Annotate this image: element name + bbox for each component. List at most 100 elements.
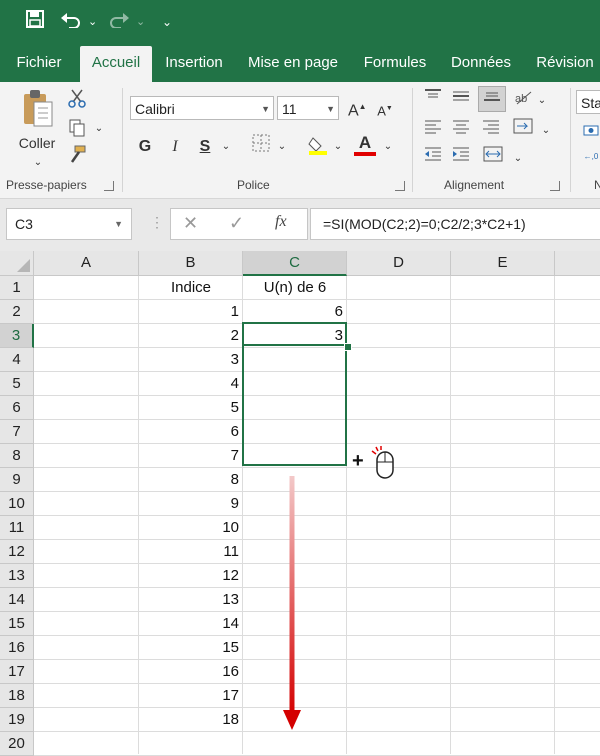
- wrap-text-icon[interactable]: [512, 118, 534, 141]
- number-format-select[interactable]: Sta: [576, 90, 600, 114]
- save-icon[interactable]: [26, 10, 44, 34]
- fill-color-dropdown-icon[interactable]: ⌄: [332, 136, 344, 158]
- undo-icon[interactable]: [60, 10, 82, 34]
- borders-icon[interactable]: [250, 134, 272, 159]
- align-left-icon[interactable]: [422, 118, 444, 141]
- tab-insertion[interactable]: Insertion: [160, 46, 228, 82]
- column-header-b[interactable]: B: [139, 251, 243, 276]
- redo-dropdown-icon[interactable]: ⌄: [136, 10, 145, 34]
- row-header-17[interactable]: 17: [0, 660, 34, 684]
- resize-grip-icon[interactable]: ⋮: [150, 214, 164, 231]
- insert-function-button[interactable]: fx: [275, 213, 287, 231]
- fill-color-icon[interactable]: [306, 134, 330, 163]
- row-header-10[interactable]: 10: [0, 492, 34, 516]
- row-header-9[interactable]: 9: [0, 468, 34, 492]
- cell-b4[interactable]: 3: [139, 348, 243, 372]
- row-header-15[interactable]: 15: [0, 612, 34, 636]
- underline-button[interactable]: S: [196, 136, 214, 158]
- align-top-icon[interactable]: [422, 88, 444, 111]
- row-header-18[interactable]: 18: [0, 684, 34, 708]
- row-header-12[interactable]: 12: [0, 540, 34, 564]
- customize-icon[interactable]: ⌄: [162, 10, 172, 34]
- paste-button[interactable]: Coller: [12, 132, 62, 154]
- align-middle-icon[interactable]: [450, 88, 472, 111]
- cell-b2[interactable]: 1: [139, 300, 243, 324]
- decrease-indent-icon[interactable]: [422, 146, 444, 169]
- row-header-16[interactable]: 16: [0, 636, 34, 660]
- row-header-8[interactable]: 8: [0, 444, 34, 468]
- accounting-icon[interactable]: [582, 122, 600, 147]
- cell-b8[interactable]: 7: [139, 444, 243, 468]
- cancel-icon[interactable]: ✕: [183, 213, 198, 234]
- row-header-14[interactable]: 14: [0, 588, 34, 612]
- cell-b17[interactable]: 16: [139, 660, 243, 684]
- copy-icon[interactable]: [66, 118, 88, 145]
- tab-formules[interactable]: Formules: [358, 46, 432, 82]
- bold-button[interactable]: G: [136, 136, 154, 158]
- cell-b19[interactable]: 18: [139, 708, 243, 732]
- alignment-launcher-icon[interactable]: [550, 181, 560, 191]
- cell-b18[interactable]: 17: [139, 684, 243, 708]
- increase-indent-icon[interactable]: [450, 146, 472, 169]
- wrap-dropdown-icon[interactable]: ⌄: [540, 120, 552, 142]
- column-header-c[interactable]: C: [243, 251, 347, 276]
- grow-font-button[interactable]: A▲: [348, 96, 367, 122]
- tab-revision[interactable]: Révision: [530, 46, 600, 82]
- enter-icon[interactable]: ✓: [229, 213, 244, 234]
- align-right-icon[interactable]: [480, 118, 502, 141]
- cell-b13[interactable]: 12: [139, 564, 243, 588]
- cell-b6[interactable]: 5: [139, 396, 243, 420]
- tab-donnees[interactable]: Données: [444, 46, 518, 82]
- tab-fichier[interactable]: Fichier: [8, 46, 70, 82]
- undo-dropdown-icon[interactable]: ⌄: [88, 10, 97, 34]
- font-color-dropdown-icon[interactable]: ⌄: [382, 136, 394, 158]
- clipboard-launcher-icon[interactable]: [104, 181, 114, 191]
- row-header-19[interactable]: 19: [0, 708, 34, 732]
- select-all-corner[interactable]: [0, 251, 34, 276]
- orientation-dropdown-icon[interactable]: ⌄: [536, 90, 548, 112]
- row-header-5[interactable]: 5: [0, 372, 34, 396]
- merge-center-icon[interactable]: [482, 146, 504, 169]
- cell-b16[interactable]: 15: [139, 636, 243, 660]
- cell-b3[interactable]: 2: [139, 324, 243, 348]
- formula-input[interactable]: =SI(MOD(C2;2)=0;C2/2;3*C2+1): [310, 208, 600, 240]
- decimal-icon[interactable]: ←,0: [582, 146, 600, 168]
- italic-button[interactable]: I: [166, 136, 184, 158]
- row-header-1[interactable]: 1: [0, 276, 34, 300]
- cell-b12[interactable]: 11: [139, 540, 243, 564]
- copy-dropdown-icon[interactable]: ⌄: [92, 118, 106, 140]
- cell-b1[interactable]: Indice: [139, 276, 243, 300]
- borders-dropdown-icon[interactable]: ⌄: [276, 136, 288, 158]
- column-header-e[interactable]: E: [451, 251, 555, 276]
- font-size-select[interactable]: 11 ▼: [277, 96, 339, 120]
- column-header-f[interactable]: [555, 251, 600, 276]
- column-header-a[interactable]: A: [34, 251, 139, 276]
- cell-b14[interactable]: 13: [139, 588, 243, 612]
- cell-b10[interactable]: 9: [139, 492, 243, 516]
- cell-b15[interactable]: 14: [139, 612, 243, 636]
- font-name-select[interactable]: Calibri ▼: [130, 96, 274, 120]
- row-header-4[interactable]: 4: [0, 348, 34, 372]
- row-header-20[interactable]: 20: [0, 732, 34, 756]
- merge-dropdown-icon[interactable]: ⌄: [512, 148, 524, 170]
- cell-b9[interactable]: 8: [139, 468, 243, 492]
- row-header-13[interactable]: 13: [0, 564, 34, 588]
- font-launcher-icon[interactable]: [395, 181, 405, 191]
- row-header-7[interactable]: 7: [0, 420, 34, 444]
- chevron-down-icon[interactable]: ▼: [114, 209, 123, 239]
- row-header-2[interactable]: 2: [0, 300, 34, 324]
- orientation-icon[interactable]: ab: [512, 88, 534, 113]
- paste-dropdown-icon[interactable]: ⌄: [28, 152, 48, 174]
- tab-accueil[interactable]: Accueil: [80, 46, 152, 82]
- redo-icon[interactable]: [108, 10, 130, 34]
- tab-mise-en-page[interactable]: Mise en page: [240, 46, 346, 82]
- name-box[interactable]: C3 ▼: [6, 208, 132, 240]
- column-header-d[interactable]: D: [347, 251, 451, 276]
- fill-handle[interactable]: [344, 343, 352, 351]
- cell-b7[interactable]: 6: [139, 420, 243, 444]
- cell-b5[interactable]: 4: [139, 372, 243, 396]
- cut-icon[interactable]: [66, 88, 88, 115]
- align-center-icon[interactable]: [450, 118, 472, 141]
- format-painter-icon[interactable]: [66, 144, 88, 171]
- underline-dropdown-icon[interactable]: ⌄: [220, 136, 232, 158]
